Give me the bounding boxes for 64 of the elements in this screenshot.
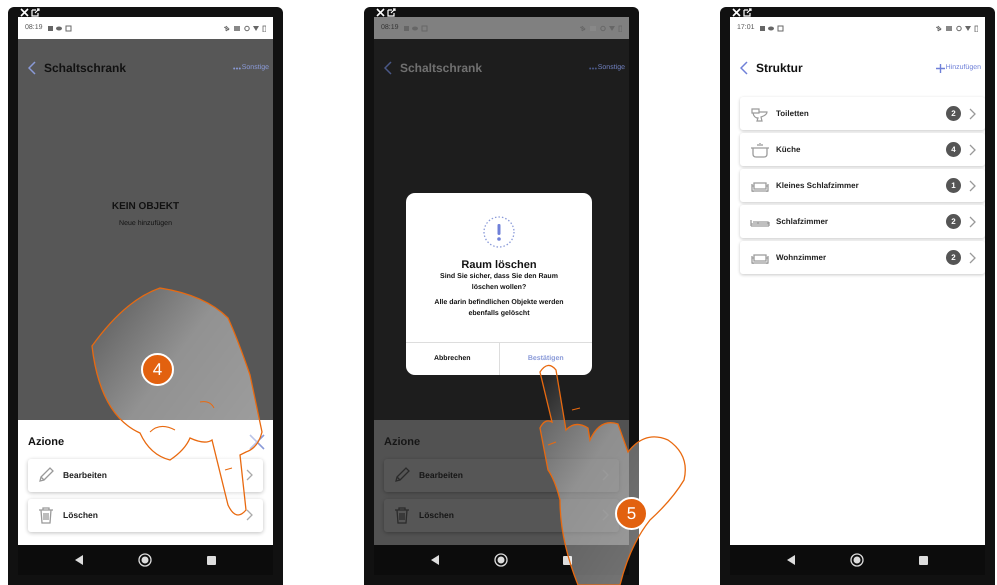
back-triangle-icon[interactable] — [75, 555, 84, 565]
back-triangle-icon[interactable] — [431, 555, 440, 565]
room-row[interactable]: Schlafzimmer 2 — [740, 205, 985, 238]
room-row[interactable]: Küche 4 — [740, 133, 985, 166]
notification-icons — [48, 24, 72, 32]
room-name: Küche — [776, 144, 802, 156]
screen-title: Schaltschrank — [400, 60, 482, 77]
count-badge: 2 — [946, 214, 961, 229]
action-label: Löschen — [63, 508, 99, 522]
empty-title: KEIN OBJEKT — [112, 200, 180, 214]
notification-icons — [760, 24, 784, 32]
cross-icon — [376, 8, 385, 16]
chevron-right-icon — [246, 509, 254, 521]
more-dots-icon — [232, 66, 241, 70]
system-status-icons — [580, 24, 622, 32]
back-icon[interactable] — [28, 61, 36, 75]
dialog-title: Raum löschen — [461, 259, 537, 271]
sheet-title: Azione — [384, 435, 420, 450]
room-row[interactable]: Toiletten 2 — [740, 97, 985, 130]
room-name: Toiletten — [776, 108, 810, 120]
back-icon[interactable] — [740, 61, 748, 75]
plus-icon — [936, 64, 945, 72]
chevron-right-icon — [969, 108, 977, 120]
back-icon[interactable] — [384, 61, 392, 75]
action-label: Löschen — [419, 508, 455, 522]
more-dots-icon — [588, 66, 597, 70]
count-badge: 4 — [946, 142, 961, 157]
chevron-right-icon — [246, 469, 254, 481]
count-badge: 2 — [946, 250, 961, 265]
action-row[interactable]: Löschen — [28, 498, 263, 532]
chevron-right-icon — [969, 252, 977, 264]
room-name: Wohnzimmer — [776, 252, 828, 264]
sheet-title: Azione — [28, 435, 64, 450]
system-status-icons — [936, 24, 978, 32]
screen-title: Struktur — [756, 60, 803, 77]
action-row[interactable]: Bearbeiten — [28, 458, 263, 492]
pot-icon — [750, 142, 770, 158]
chevron-right-icon — [969, 144, 977, 156]
system-status-icons — [224, 24, 266, 32]
trash-icon — [37, 506, 55, 524]
trash-icon — [393, 506, 411, 524]
pencil-icon — [393, 466, 411, 484]
pencil-icon — [37, 466, 55, 484]
room-row[interactable]: Wohnzimmer 2 — [740, 241, 985, 274]
edit-box-icon — [387, 8, 396, 16]
back-triangle-icon[interactable] — [787, 555, 796, 565]
room-name: Kleines Schlafzimmer — [776, 180, 860, 192]
screen-title: Schaltschrank — [44, 60, 126, 77]
home-circle-icon[interactable] — [138, 553, 152, 567]
home-circle-icon[interactable] — [494, 553, 508, 567]
action-label: Bearbeiten — [419, 468, 464, 482]
chevron-right-icon — [969, 180, 977, 192]
home-circle-icon[interactable] — [850, 553, 864, 567]
toilet-icon — [750, 106, 770, 122]
chevron-right-icon — [969, 216, 977, 228]
exclamation-icon — [482, 215, 516, 249]
square-icon[interactable] — [918, 556, 928, 564]
square-icon[interactable] — [206, 556, 216, 564]
action-label: Bearbeiten — [63, 468, 108, 482]
room-row[interactable]: Kleines Schlafzimmer 1 — [740, 169, 985, 202]
count-badge: 1 — [946, 178, 961, 193]
room-name: Schlafzimmer — [776, 216, 830, 228]
count-badge: 2 — [946, 106, 961, 121]
notification-icons — [404, 24, 428, 32]
